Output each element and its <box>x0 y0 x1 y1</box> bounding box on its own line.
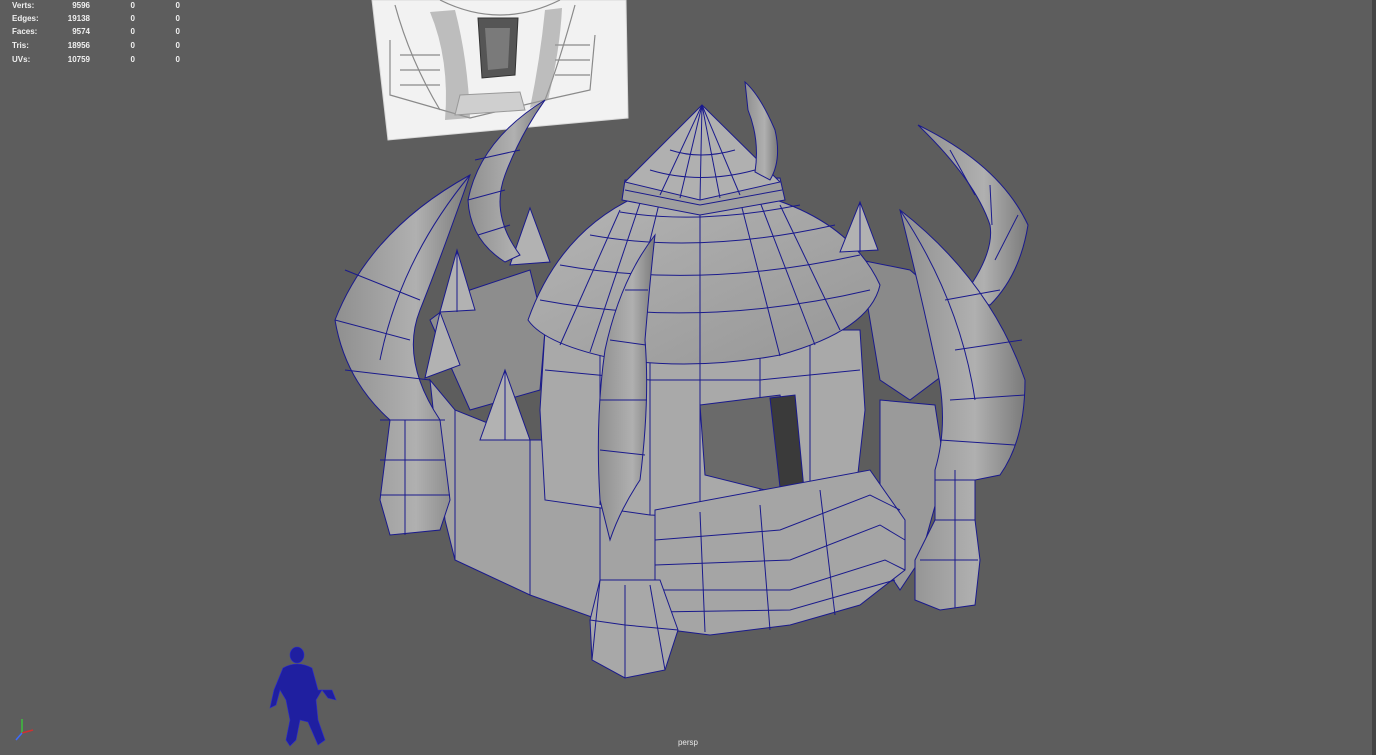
hud-row-verts: Verts: 9596 0 0 <box>0 0 190 12</box>
hud-value: 0 <box>175 41 180 50</box>
hud-value: 0 <box>130 41 135 50</box>
scene-canvas[interactable] <box>0 0 1376 755</box>
hud-row-uvs: UVs: 10759 0 0 <box>0 54 190 66</box>
hud-value: 19138 <box>67 14 90 23</box>
hud-value: 0 <box>130 27 135 36</box>
hud-value: 9596 <box>72 1 90 10</box>
human-scale-figure[interactable] <box>269 646 337 747</box>
viewport-edge <box>1372 0 1376 755</box>
hud-value: 0 <box>175 1 180 10</box>
hud-row-tris: Tris: 18956 0 0 <box>0 40 190 52</box>
hud-label: UVs: <box>12 55 31 64</box>
camera-name-label: persp <box>677 738 698 747</box>
hud-value: 0 <box>130 55 135 64</box>
hud-value: 0 <box>175 14 180 23</box>
hud-value: 10759 <box>67 55 90 64</box>
hud-label: Faces: <box>12 27 38 36</box>
hud-label: Tris: <box>12 41 29 50</box>
reference-image-plane[interactable] <box>371 0 629 141</box>
hud-value: 0 <box>130 1 135 10</box>
hud-row-faces: Faces: 9574 0 0 <box>0 26 190 38</box>
hud-label: Edges: <box>12 14 39 23</box>
hud-row-edges: Edges: 19138 0 0 <box>0 13 190 25</box>
persp-viewport[interactable] <box>0 0 1376 755</box>
hud-value: 0 <box>130 14 135 23</box>
castle-mesh[interactable] <box>334 80 1029 679</box>
hud-label: Verts: <box>12 1 35 10</box>
axis-gizmo-icon <box>15 719 34 741</box>
hud-value: 9574 <box>72 27 90 36</box>
hud-value: 0 <box>175 27 180 36</box>
hud-value: 0 <box>175 55 180 64</box>
hud-value: 18956 <box>67 41 90 50</box>
